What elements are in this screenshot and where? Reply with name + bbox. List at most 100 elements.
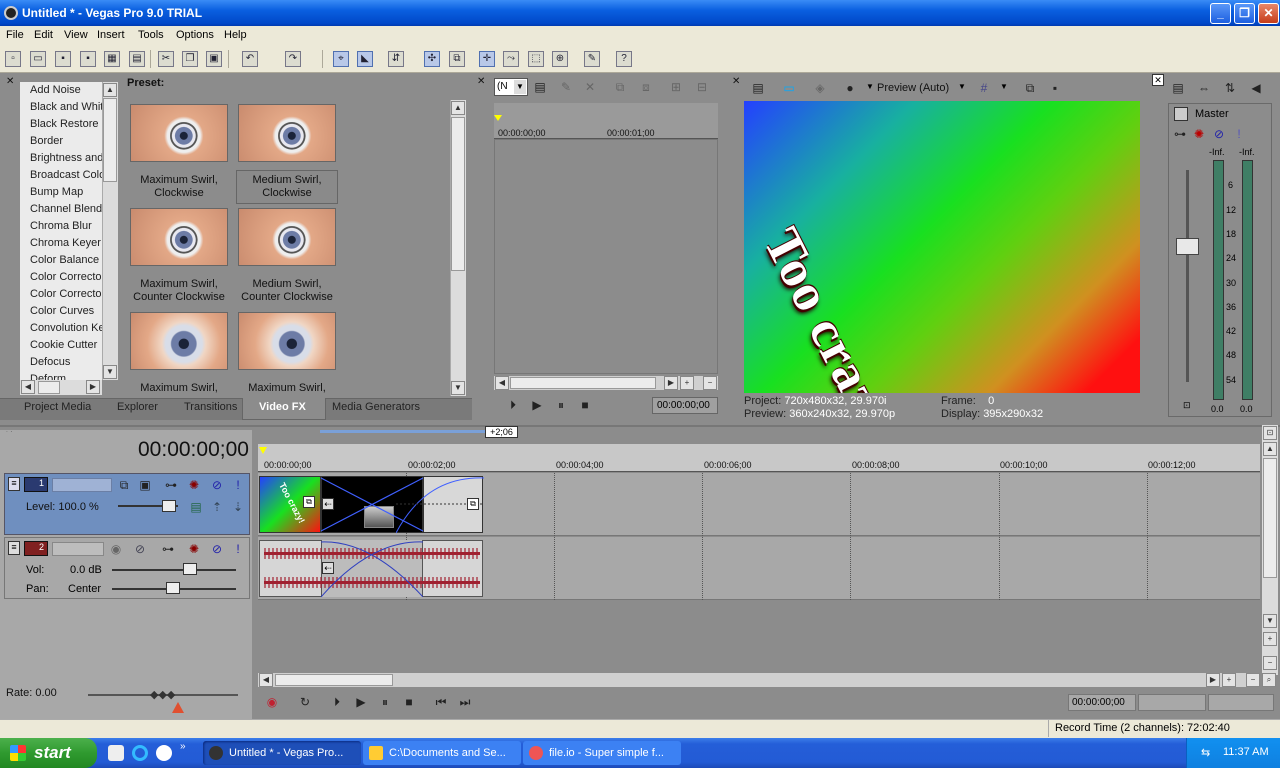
split-screen-icon[interactable]: ◈ — [812, 80, 828, 96]
trimmer-view[interactable] — [494, 139, 718, 374]
mute-icon[interactable]: ⊘ — [209, 477, 225, 493]
track-collapse-icon[interactable]: ≡ — [8, 477, 20, 491]
scroll-down-icon[interactable]: ▼ — [103, 365, 117, 379]
trimmer-props-icon[interactable]: ▤ — [532, 79, 548, 95]
pause-icon[interactable]: ⏸ — [553, 397, 569, 413]
zoom-edit-tool-icon[interactable]: ⊕ — [552, 51, 568, 67]
list-item[interactable]: Brightness and — [20, 150, 102, 167]
trimmer-fit-icon[interactable]: ⊞ — [668, 79, 684, 95]
list-item[interactable]: Add Noise — [20, 82, 102, 99]
master-mute-icon[interactable]: ⊘ — [1211, 126, 1227, 142]
copy-snapshot-icon[interactable]: ⧉ — [1022, 80, 1038, 96]
collapse-icon[interactable]: ⇣ — [230, 499, 246, 515]
preview-props-icon[interactable]: ▤ — [750, 80, 766, 96]
track-fx-icon[interactable]: ✺ — [186, 477, 202, 493]
hscroll-thumb[interactable] — [510, 377, 656, 389]
track-name-field[interactable] — [52, 478, 112, 492]
cut-icon[interactable]: ✂ — [158, 51, 174, 67]
trimmer-loop-icon[interactable]: ⊟ — [694, 79, 710, 95]
zoom-in-icon[interactable]: + — [1263, 632, 1277, 646]
preset-thumbnail[interactable]: Maximum Swirl, Clockwise — [126, 100, 232, 200]
track-name-field[interactable] — [52, 542, 104, 556]
envelope-edit-tool-icon[interactable]: ⤳ — [503, 51, 519, 67]
taskbar-item-browser[interactable]: file.io - Super simple f... — [523, 741, 681, 765]
scroll-up-icon[interactable]: ▲ — [103, 83, 117, 97]
level-slider-handle[interactable] — [162, 500, 176, 512]
close-button[interactable]: ✕ — [1258, 3, 1279, 24]
start-button[interactable]: start — [0, 738, 97, 768]
scroll-left-icon[interactable]: ◀ — [259, 673, 273, 687]
mixer-props-icon[interactable]: ▤ — [1170, 80, 1186, 96]
expand-icon[interactable]: ⇡ — [209, 499, 225, 515]
go-to-start-icon[interactable]: ⏮ — [433, 694, 449, 710]
arm-record-icon[interactable]: ◉ — [108, 541, 124, 557]
make-compositing-child-icon[interactable]: ▣ — [137, 477, 153, 493]
play-from-start-icon[interactable]: ⏵ — [329, 694, 345, 710]
zoom-tool-icon[interactable]: ⌕ — [1262, 673, 1276, 687]
transition-icon[interactable]: ⇠ — [322, 562, 334, 574]
list-item[interactable]: Channel Blend — [20, 201, 102, 218]
menu-view[interactable]: View — [64, 29, 88, 41]
menu-edit[interactable]: Edit — [34, 29, 53, 41]
play-icon[interactable]: ▶ — [529, 397, 545, 413]
external-monitor-icon[interactable]: ▭ — [781, 80, 797, 96]
save-icon[interactable]: ▪ — [55, 51, 71, 67]
master-fader-handle[interactable] — [1176, 238, 1199, 255]
master-insert-icon[interactable]: ⊶ — [1172, 126, 1188, 142]
tab-transitions[interactable]: Transitions — [184, 401, 237, 413]
save-as-icon[interactable]: ▪ — [80, 51, 96, 67]
zoom-in-icon[interactable]: + — [1222, 673, 1236, 687]
trimmer-overwrite-icon[interactable]: ⧈ — [638, 79, 654, 95]
network-icon[interactable]: ⇆ — [1201, 746, 1210, 759]
list-item[interactable]: Color Correcto — [20, 269, 102, 286]
trimmer-insert-icon[interactable]: ⧉ — [612, 79, 628, 95]
new-icon[interactable]: ▫ — [5, 51, 21, 67]
paste-icon[interactable]: ▣ — [206, 51, 222, 67]
go-to-end-icon[interactable]: ⏭ — [457, 694, 473, 710]
stop-icon[interactable]: ■ — [577, 397, 593, 413]
mute-icon[interactable]: ⊘ — [209, 541, 225, 557]
list-item[interactable]: Convolution Ke — [20, 320, 102, 337]
quicklaunch-expand-icon[interactable]: » — [180, 741, 186, 752]
dim-output-icon[interactable]: ◀ — [1248, 80, 1264, 96]
selection-start-time[interactable]: 00:00:00;00 — [1068, 694, 1136, 711]
menu-tools[interactable]: Tools — [138, 29, 164, 41]
tab-explorer[interactable]: Explorer — [117, 401, 158, 413]
scroll-down-icon[interactable]: ▼ — [1263, 614, 1277, 628]
scroll-right-icon[interactable]: ▶ — [1206, 673, 1220, 687]
track-fx-icon[interactable]: ✺ — [186, 541, 202, 557]
save-snapshot-icon[interactable]: ▪ — [1047, 80, 1063, 96]
bypass-motion-blur-icon[interactable]: ▤ — [188, 499, 204, 515]
zoom-in-icon[interactable]: + — [680, 376, 694, 390]
pan-slider-handle[interactable] — [166, 582, 180, 594]
tab-video-fx[interactable]: Video FX — [259, 401, 306, 413]
chevron-down-icon[interactable]: ▼ — [958, 82, 966, 91]
ripple-edit-icon[interactable]: ⇵ — [388, 51, 404, 67]
trimmer-clear-icon[interactable]: ✕ — [582, 79, 598, 95]
list-item[interactable]: Border — [20, 133, 102, 150]
solo-icon[interactable]: ! — [230, 477, 246, 493]
mixer-fx-icon[interactable]: ⇅ — [1222, 80, 1238, 96]
record-icon[interactable]: ◉ — [264, 694, 280, 710]
hscroll-thumb[interactable] — [38, 381, 60, 394]
taskbar-item-vegas[interactable]: Untitled * - Vegas Pro... — [203, 741, 361, 765]
close-pane-icon[interactable]: ✕ — [732, 76, 740, 87]
close-pane-icon[interactable]: ✕ — [477, 76, 485, 87]
properties-icon[interactable]: ▤ — [129, 51, 145, 67]
rate-slider-handle[interactable]: ◆◆◆ — [150, 688, 175, 701]
master-fx-icon[interactable]: ✺ — [1191, 126, 1207, 142]
enable-snapping-icon[interactable]: ⌖ — [333, 51, 349, 67]
render-icon[interactable]: ▦ — [104, 51, 120, 67]
preset-thumbnail[interactable]: Maximum Swirl, Counter Clockwise — [126, 204, 232, 304]
list-item[interactable]: Bump Map — [20, 184, 102, 201]
list-item[interactable]: Black Restore — [20, 116, 102, 133]
list-item[interactable]: Color Balance — [20, 252, 102, 269]
menu-help[interactable]: Help — [224, 29, 247, 41]
taskbar-item-explorer[interactable]: C:\Documents and Se... — [363, 741, 521, 765]
preset-thumbnail-selected[interactable]: Medium Swirl, Clockwise — [234, 100, 340, 204]
event-pan-crop-icon[interactable]: ⧉ — [303, 496, 315, 508]
scroll-right-icon[interactable]: ▶ — [86, 380, 100, 394]
loop-region-bar[interactable] — [320, 430, 485, 433]
composite-mode-icon[interactable]: ⧉ — [116, 477, 132, 493]
redo-icon[interactable]: ↷ — [285, 51, 301, 67]
